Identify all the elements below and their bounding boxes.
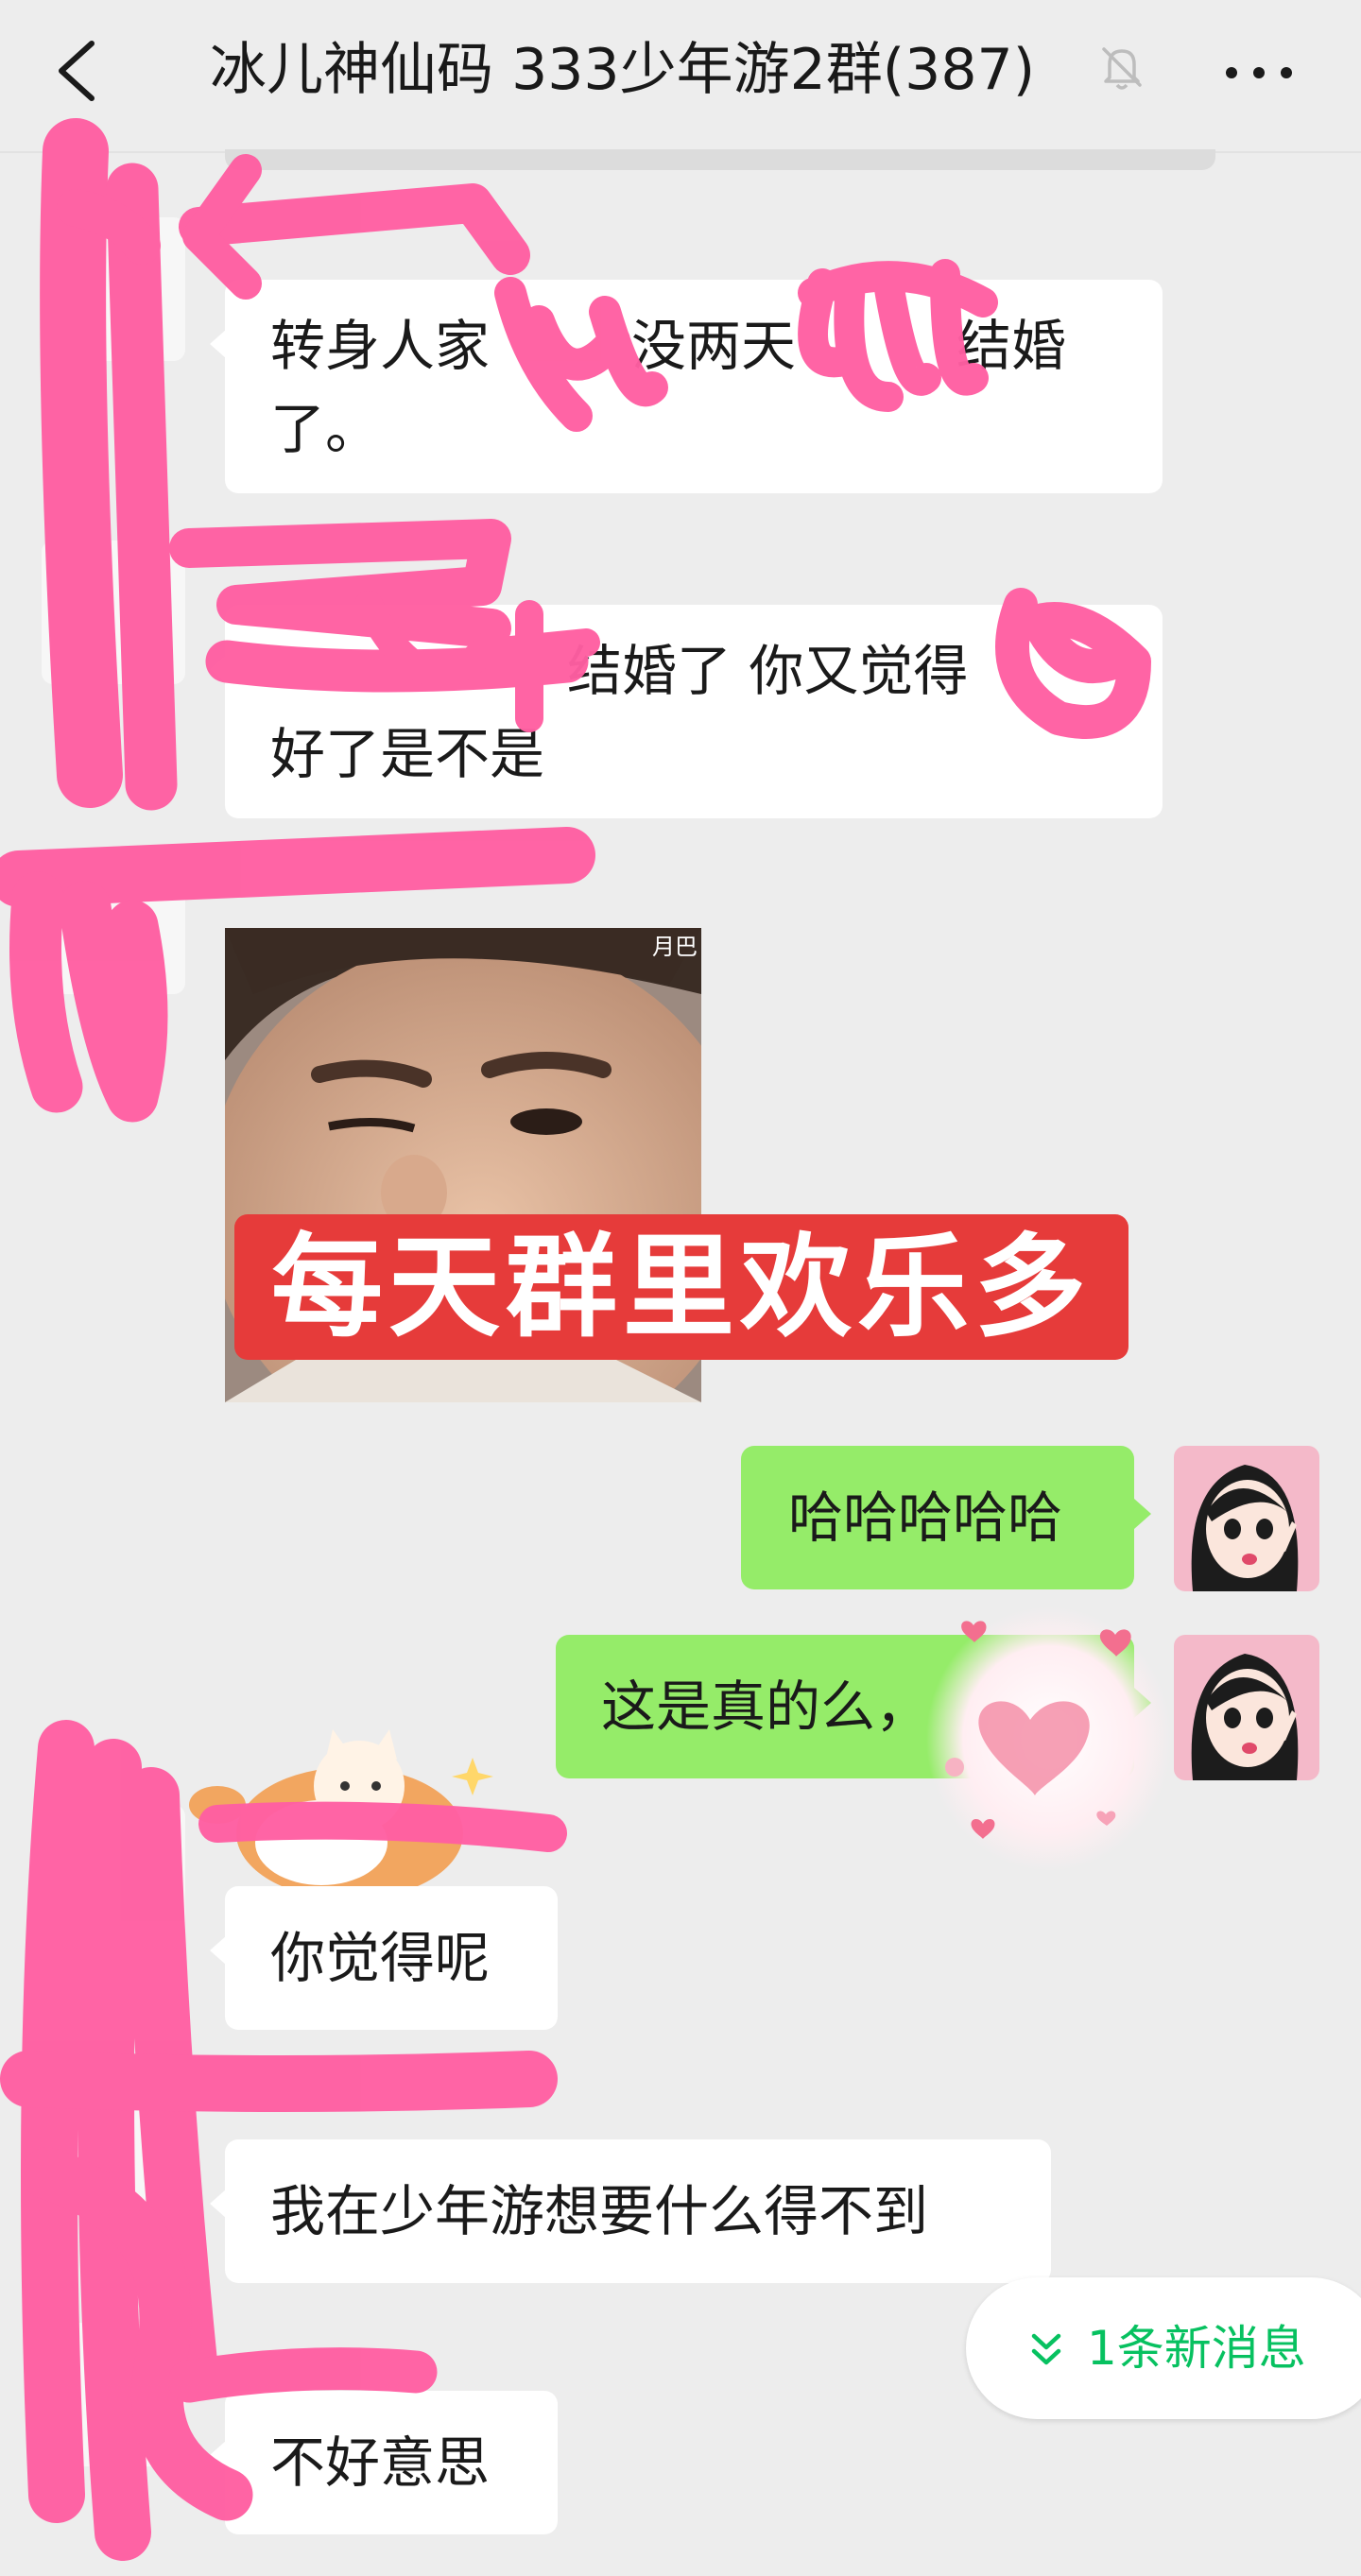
chat-header: 冰儿神仙码 333少年游2群(387) [0, 0, 1361, 153]
message-text: 你觉得呢 [270, 1926, 491, 1990]
double-chevron-down-icon [1031, 2333, 1061, 2365]
avatar[interactable] [1174, 1446, 1319, 1591]
avatar[interactable] [42, 850, 185, 994]
sticker-caption: 每天群里欢乐多 [234, 1214, 1128, 1360]
message-text: 好了是不是 [270, 722, 545, 786]
message-bubble[interactable]: 不好意思 [210, 2391, 558, 2534]
message-text: 我在少年游想要什么得不到 [270, 2179, 929, 2243]
previous-message-edge [225, 149, 1215, 170]
ellipsis-icon[interactable] [1225, 66, 1293, 79]
new-messages-button[interactable]: 1条新消息 [966, 2277, 1361, 2419]
avatar[interactable] [42, 2323, 185, 2466]
message-text: 转身人家 [270, 314, 491, 378]
new-messages-label: 1条新消息 [1087, 2321, 1306, 2376]
avatar[interactable] [42, 1805, 185, 1949]
sticker-watermark: 月巴 [652, 934, 698, 960]
bell-off-icon [1102, 47, 1142, 90]
avatar[interactable] [42, 2060, 185, 2204]
chat-title: 冰儿神仙码 333少年游2群(387) [210, 37, 1036, 103]
user-avatar-image [1174, 1635, 1319, 1780]
hearts-decoration [926, 1606, 1172, 1871]
avatar[interactable] [1174, 1635, 1319, 1780]
message-text: 了。 [270, 397, 381, 461]
message-bubble[interactable]: 哈哈哈哈哈 [741, 1446, 1151, 1589]
user-avatar-image [1174, 1446, 1319, 1591]
avatar[interactable] [42, 541, 185, 684]
message-text: 这是真的么， [601, 1674, 931, 1739]
message-text: 哈哈哈哈哈 [788, 1485, 1063, 1550]
message-bubble[interactable]: 我在少年游想要什么得不到 [210, 2139, 1051, 2283]
message-text: 不好意思 [270, 2430, 491, 2495]
message-bubble[interactable]: 你觉得呢 [210, 1886, 558, 2030]
message-bubble[interactable]: 转身人家 没两天 结婚 了。 [210, 280, 1163, 493]
avatar[interactable] [42, 217, 185, 361]
message-text: 没两天 [631, 314, 797, 378]
message-text: 结婚 [956, 314, 1067, 378]
message-bubble[interactable]: 结婚了 你又觉得 好了是不是 [210, 605, 1163, 818]
message-text: 结婚了 你又觉得 [567, 639, 969, 703]
chevron-left-icon[interactable] [52, 40, 109, 102]
